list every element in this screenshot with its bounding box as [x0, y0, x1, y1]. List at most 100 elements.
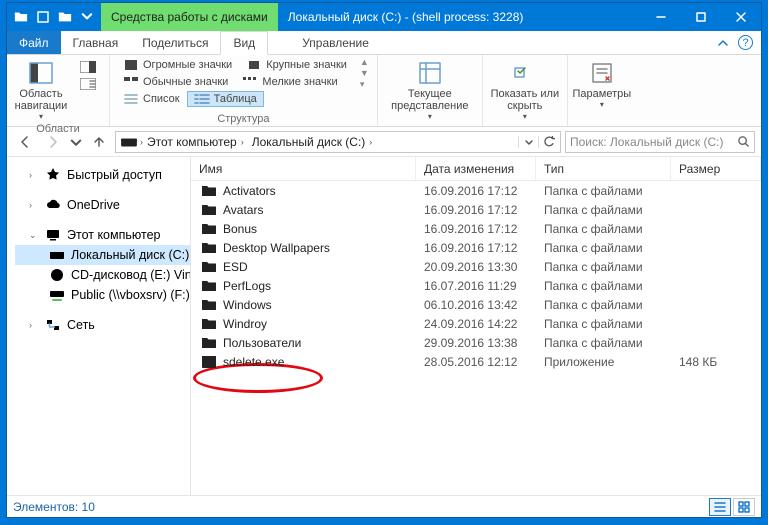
- layout-small-icons[interactable]: Мелкие значки: [235, 74, 344, 90]
- tab-manage[interactable]: Управление: [290, 31, 381, 54]
- address-dropdown[interactable]: [518, 136, 538, 148]
- file-date: 16.09.2016 17:12: [416, 222, 536, 236]
- file-type: Папка с файлами: [536, 203, 671, 217]
- tab-view[interactable]: Вид: [220, 31, 268, 55]
- titlebar: Средства работы с дисками Локальный диск…: [7, 3, 761, 31]
- back-button[interactable]: [13, 130, 37, 154]
- qat-properties-icon[interactable]: [33, 7, 53, 27]
- file-name: Activators: [223, 184, 276, 198]
- preview-pane-button[interactable]: [73, 59, 103, 75]
- up-button[interactable]: [87, 130, 111, 154]
- file-type: Папка с файлами: [536, 336, 671, 350]
- file-name: ESD: [223, 260, 248, 274]
- forward-button[interactable]: [41, 130, 65, 154]
- col-date[interactable]: Дата изменения: [416, 157, 536, 180]
- details-pane-button[interactable]: [73, 76, 103, 92]
- file-row[interactable]: Bonus16.09.2016 17:12Папка с файлами: [191, 219, 761, 238]
- navigation-pane: ›Быстрый доступ ›OneDrive ⌄Этот компьюте…: [7, 157, 191, 495]
- tree-cd-drive[interactable]: CD-дисковод (E:) VirtualB: [15, 265, 190, 285]
- file-row[interactable]: Windows06.10.2016 13:42Папка с файлами: [191, 295, 761, 314]
- view-details-toggle[interactable]: [709, 498, 731, 516]
- col-name[interactable]: Имя: [191, 157, 416, 180]
- file-type: Папка с файлами: [536, 279, 671, 293]
- tab-home[interactable]: Главная: [61, 31, 131, 54]
- context-tab-header: Средства работы с дисками: [101, 3, 278, 31]
- file-size: 148 КБ: [671, 355, 761, 369]
- layout-large-icons[interactable]: Крупные значки: [239, 57, 354, 73]
- tree-net-drive[interactable]: Public (\\vboxsrv) (F:): [15, 285, 190, 305]
- folder-icon: [201, 259, 217, 275]
- tree-this-pc[interactable]: ⌄Этот компьютер: [15, 225, 190, 245]
- col-type[interactable]: Тип: [536, 157, 671, 180]
- file-row[interactable]: Activators 16.09.2016 17:12Папка с файлам…: [191, 181, 761, 200]
- refresh-button[interactable]: [538, 136, 558, 148]
- layout-xl-icons[interactable]: Огромные значки: [116, 57, 239, 73]
- folder-icon: [201, 240, 217, 256]
- tree-quick-access[interactable]: ›Быстрый доступ: [15, 165, 190, 185]
- file-type: Папка с файлами: [536, 184, 671, 198]
- folder-icon: [201, 335, 217, 351]
- file-date: 16.09.2016 17:12: [416, 203, 536, 217]
- layout-details[interactable]: Таблица: [187, 91, 264, 107]
- search-input[interactable]: Поиск: Локальный диск (C:): [565, 131, 755, 153]
- file-row[interactable]: PerfLogs16.07.2016 11:29Папка с файлами: [191, 276, 761, 295]
- file-row[interactable]: Avatars 16.09.2016 17:12Папка с файлами: [191, 200, 761, 219]
- close-button[interactable]: [721, 3, 761, 31]
- file-name: Avatars: [223, 203, 263, 217]
- options-button[interactable]: Параметры▾: [574, 57, 630, 110]
- file-name: Desktop Wallpapers: [223, 241, 330, 255]
- file-date: 28.05.2016 12:12: [416, 355, 536, 369]
- folder-icon: [201, 297, 217, 313]
- file-type: Папка с файлами: [536, 222, 671, 236]
- layout-list[interactable]: Список: [116, 91, 187, 107]
- file-type: Папка с файлами: [536, 317, 671, 331]
- file-row[interactable]: sdelete.exe28.05.2016 12:12Приложение148…: [191, 352, 761, 371]
- tree-drive-c[interactable]: Локальный диск (C:): [15, 245, 190, 265]
- file-row[interactable]: Пользователи 29.09.2016 13:38Папка с файл…: [191, 333, 761, 352]
- maximize-button[interactable]: [681, 3, 721, 31]
- file-date: 24.09.2016 14:22: [416, 317, 536, 331]
- file-date: 06.10.2016 13:42: [416, 298, 536, 312]
- file-date: 29.09.2016 13:38: [416, 336, 536, 350]
- recent-dropdown[interactable]: [69, 130, 83, 154]
- breadcrumb[interactable]: › Этот компьютер› Локальный диск (C:)›: [115, 131, 561, 153]
- application-icon: [201, 354, 217, 370]
- file-date: 16.07.2016 11:29: [416, 279, 536, 293]
- tab-share[interactable]: Поделиться: [130, 31, 220, 54]
- file-list: Activators16.09.2016 17:12Папка с файлам…: [191, 181, 761, 495]
- current-view-button[interactable]: Текущее представление▾: [384, 57, 476, 122]
- layout-medium-icons[interactable]: Обычные значки: [116, 74, 235, 90]
- file-type: Папка с файлами: [536, 241, 671, 255]
- file-type: Приложение: [536, 355, 671, 369]
- qat-newfolder-icon[interactable]: [55, 7, 75, 27]
- file-row[interactable]: Desktop Wallpapers16.09.2016 17:12Папка …: [191, 238, 761, 257]
- col-size[interactable]: Размер: [671, 157, 761, 180]
- status-bar: Элементов: 10: [7, 495, 761, 517]
- minimize-button[interactable]: [641, 3, 681, 31]
- tree-network[interactable]: ›Сеть: [15, 315, 190, 335]
- folder-icon: [201, 202, 217, 218]
- file-row[interactable]: ESD20.09.2016 13:30Папка с файлами: [191, 257, 761, 276]
- file-row[interactable]: Windroy24.09.2016 14:22Папка с файлами: [191, 314, 761, 333]
- layout-expand[interactable]: ▾: [360, 79, 369, 90]
- ribbon-collapse-icon[interactable]: [716, 36, 730, 50]
- file-type: Папка с файлами: [536, 260, 671, 274]
- status-count: 10: [82, 500, 95, 514]
- file-name: Пользователи: [223, 336, 301, 350]
- folder-icon: [201, 183, 217, 199]
- layout-scroll-up[interactable]: ▲: [360, 57, 369, 67]
- column-headers: Имя Дата изменения Тип Размер: [191, 157, 761, 181]
- tree-onedrive[interactable]: ›OneDrive: [15, 195, 190, 215]
- ribbon-tabs: Файл Главная Поделиться Вид Управление ?: [7, 31, 761, 55]
- help-icon[interactable]: ?: [738, 35, 753, 50]
- file-date: 16.09.2016 17:12: [416, 184, 536, 198]
- layout-scroll-down[interactable]: ▼: [360, 68, 369, 78]
- show-hide-button[interactable]: Показать или скрыть▾: [489, 57, 561, 122]
- view-icons-toggle[interactable]: [733, 498, 755, 516]
- tab-file[interactable]: Файл: [7, 31, 61, 54]
- breadcrumb-segment[interactable]: Локальный диск (C:)›: [248, 135, 377, 149]
- search-icon: [737, 135, 750, 148]
- nav-pane-button[interactable]: Область навигации▾: [13, 57, 69, 122]
- breadcrumb-segment[interactable]: Этот компьютер›: [143, 135, 248, 149]
- qat-dropdown-icon[interactable]: [77, 7, 97, 27]
